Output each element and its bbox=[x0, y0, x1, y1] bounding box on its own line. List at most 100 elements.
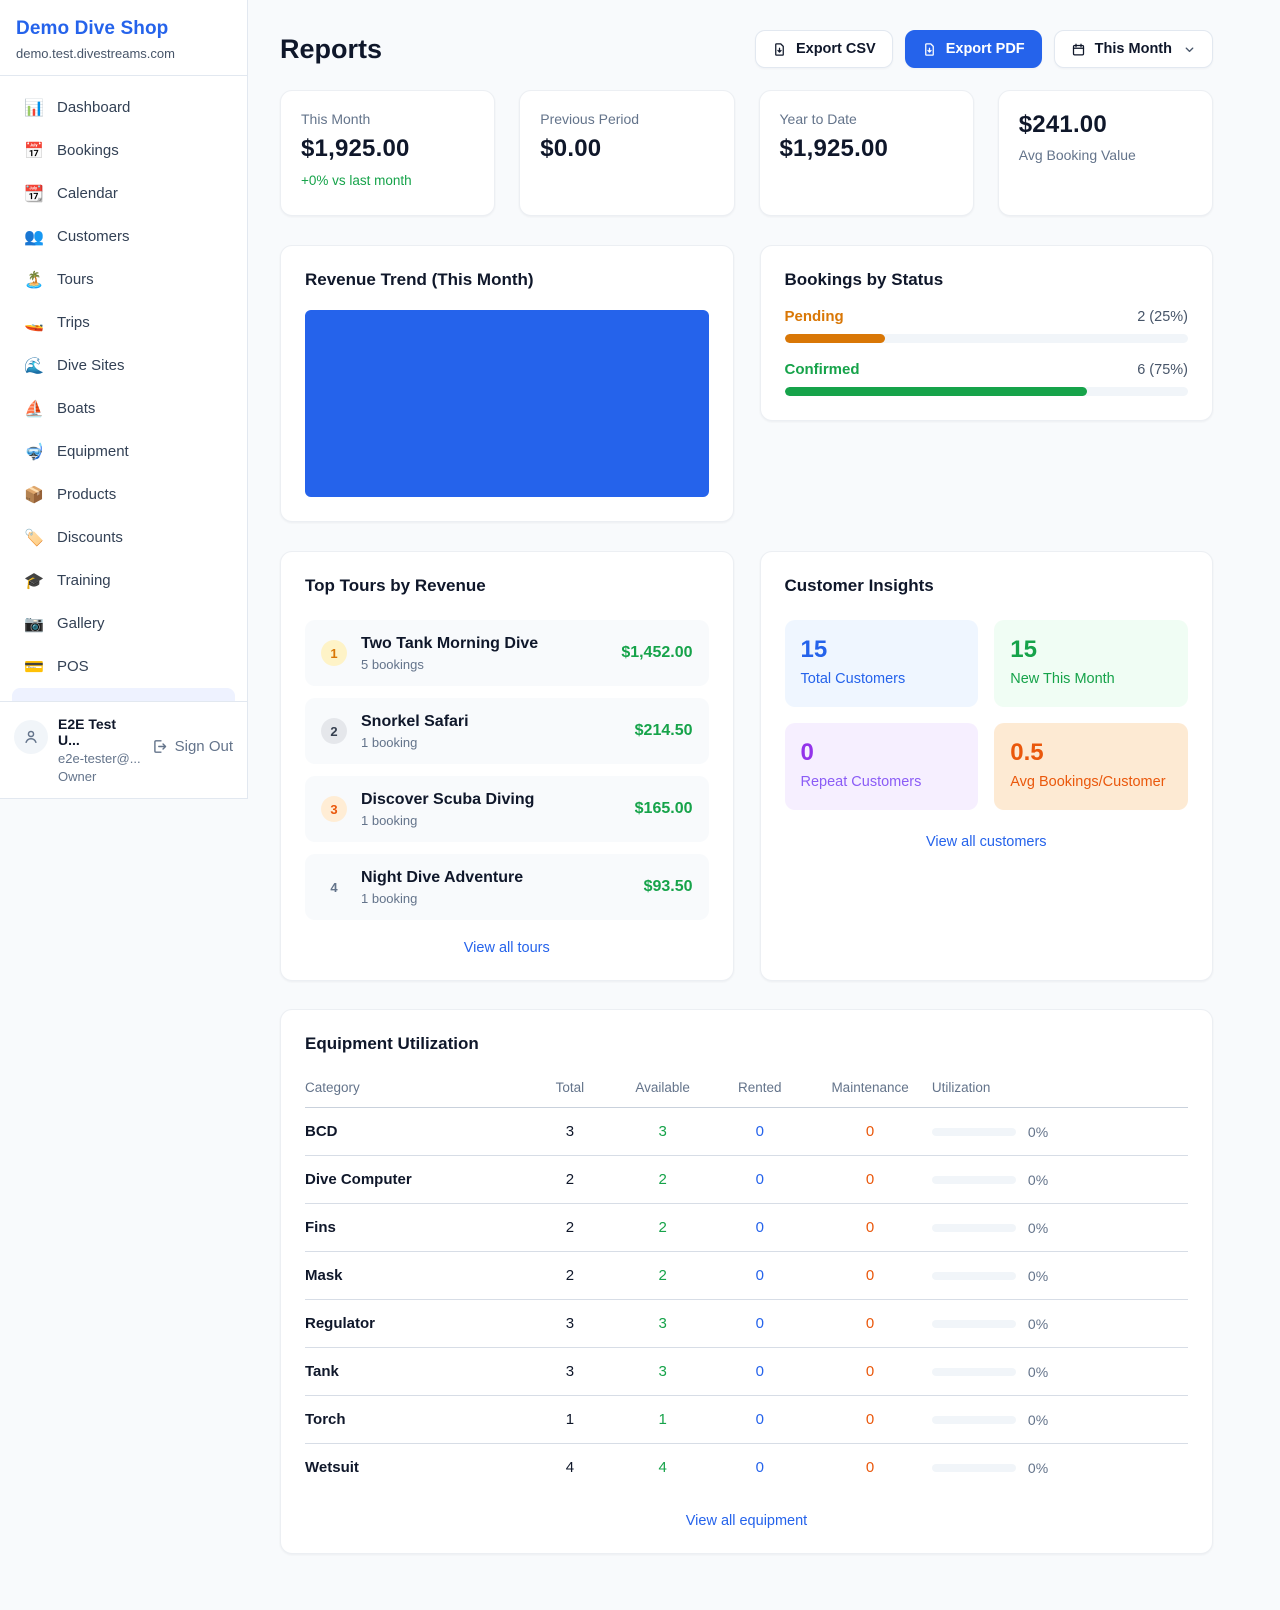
stat-value: $1,925.00 bbox=[780, 135, 953, 163]
utilization-percent: 0% bbox=[1028, 1460, 1048, 1476]
status-value: 2 (25%) bbox=[1137, 309, 1188, 325]
stat-value: $241.00 bbox=[1019, 111, 1192, 139]
equipment-category: Regulator bbox=[305, 1300, 526, 1348]
calendar-icon bbox=[1071, 42, 1086, 57]
insight-value: 15 bbox=[1010, 636, 1172, 664]
top-tours-card: Top Tours by Revenue 1 Two Tank Morning … bbox=[280, 551, 734, 981]
chevron-down-icon bbox=[1183, 43, 1196, 56]
equipment-total: 2 bbox=[526, 1252, 614, 1300]
equipment-total: 2 bbox=[526, 1156, 614, 1204]
export-pdf-button[interactable]: Export PDF bbox=[905, 30, 1042, 68]
equipment-available: 4 bbox=[614, 1444, 711, 1492]
equipment-maintenance: 0 bbox=[808, 1108, 932, 1156]
equipment-category: Mask bbox=[305, 1252, 526, 1300]
stat-label: Year to Date bbox=[780, 111, 953, 127]
insight-tile-new-this-month: 15 New This Month bbox=[994, 620, 1188, 707]
sidebar-item-dive-sites[interactable]: 🌊 Dive Sites bbox=[12, 344, 235, 387]
equipment-available: 3 bbox=[614, 1108, 711, 1156]
equipment-available: 2 bbox=[614, 1252, 711, 1300]
sidebar-item-trips[interactable]: 🚤 Trips bbox=[12, 301, 235, 344]
sign-out-button[interactable]: Sign Out bbox=[151, 738, 233, 755]
sidebar-item-boats[interactable]: ⛵ Boats bbox=[12, 387, 235, 430]
sidebar-item-dashboard[interactable]: 📊 Dashboard bbox=[12, 86, 235, 129]
table-row: Dive Computer 2 2 0 0 0% bbox=[305, 1156, 1188, 1204]
sidebar-item-pos[interactable]: 💳 POS bbox=[12, 645, 235, 688]
utilization-percent: 0% bbox=[1028, 1172, 1048, 1188]
equipment-maintenance: 0 bbox=[808, 1300, 932, 1348]
utilization-percent: 0% bbox=[1028, 1364, 1048, 1380]
tour-row: 1 Two Tank Morning Dive 5 bookings $1,45… bbox=[305, 620, 709, 686]
boats-icon: ⛵ bbox=[24, 399, 44, 419]
progress-fill-confirmed bbox=[785, 387, 1088, 396]
sidebar-item-label: Training bbox=[57, 572, 111, 589]
tour-bookings: 1 booking bbox=[361, 891, 630, 906]
progress-track bbox=[785, 334, 1189, 343]
view-all-equipment-link[interactable]: View all equipment bbox=[686, 1513, 807, 1529]
sidebar-nav: 📊 Dashboard 📅 Bookings 📆 Calendar 👥 Cust… bbox=[0, 76, 247, 688]
utilization-percent: 0% bbox=[1028, 1220, 1048, 1236]
equipment-category: Tank bbox=[305, 1348, 526, 1396]
utilization-percent: 0% bbox=[1028, 1124, 1048, 1140]
equipment-category: Dive Computer bbox=[305, 1156, 526, 1204]
sidebar-item-gallery[interactable]: 📷 Gallery bbox=[12, 602, 235, 645]
insight-label: Avg Bookings/Customer bbox=[1010, 774, 1172, 790]
status-label: Confirmed bbox=[785, 361, 860, 378]
tour-name: Two Tank Morning Dive bbox=[361, 635, 607, 653]
column-header: Rented bbox=[711, 1072, 808, 1108]
column-header: Maintenance bbox=[808, 1072, 932, 1108]
insight-tile-repeat-customers: 0 Repeat Customers bbox=[785, 723, 979, 810]
sidebar-active-item-partial[interactable] bbox=[12, 688, 235, 701]
insight-value: 0 bbox=[801, 739, 963, 767]
sidebar-item-tours[interactable]: 🏝️ Tours bbox=[12, 258, 235, 301]
tour-bookings: 1 booking bbox=[361, 813, 621, 828]
file-download-icon bbox=[772, 42, 787, 57]
sidebar-item-label: Products bbox=[57, 486, 116, 503]
equipment-available: 3 bbox=[614, 1348, 711, 1396]
equipment-rented: 0 bbox=[711, 1300, 808, 1348]
tour-bookings: 5 bookings bbox=[361, 657, 607, 672]
stat-card-previous-period: Previous Period $0.00 bbox=[519, 90, 734, 216]
sidebar-item-bookings[interactable]: 📅 Bookings bbox=[12, 129, 235, 172]
user-name: E2E Test U... bbox=[58, 716, 141, 748]
stat-card-year-to-date: Year to Date $1,925.00 bbox=[759, 90, 974, 216]
sidebar-item-calendar[interactable]: 📆 Calendar bbox=[12, 172, 235, 215]
sidebar-item-customers[interactable]: 👥 Customers bbox=[12, 215, 235, 258]
equipment-rented: 0 bbox=[711, 1444, 808, 1492]
sidebar-item-products[interactable]: 📦 Products bbox=[12, 473, 235, 516]
trips-icon: 🚤 bbox=[24, 313, 44, 333]
sidebar-item-discounts[interactable]: 🏷️ Discounts bbox=[12, 516, 235, 559]
equipment-total: 2 bbox=[526, 1204, 614, 1252]
sidebar-item-label: Dive Sites bbox=[57, 357, 125, 374]
main-content: Reports Export CSV Export PDF This Month bbox=[248, 0, 1280, 1587]
progress-fill-pending bbox=[785, 334, 886, 343]
products-icon: 📦 bbox=[24, 485, 44, 505]
view-all-tours-link[interactable]: View all tours bbox=[464, 940, 550, 956]
user-role: Owner bbox=[58, 769, 141, 784]
dive-sites-icon: 🌊 bbox=[24, 356, 44, 376]
tour-revenue: $1,452.00 bbox=[621, 644, 692, 662]
equipment-utilization-card: Equipment Utilization Category Total Ava… bbox=[280, 1009, 1213, 1554]
tour-row: 3 Discover Scuba Diving 1 booking $165.0… bbox=[305, 776, 709, 842]
period-select[interactable]: This Month bbox=[1054, 30, 1213, 68]
equipment-available: 1 bbox=[614, 1396, 711, 1444]
sidebar-item-training[interactable]: 🎓 Training bbox=[12, 559, 235, 602]
utilization-percent: 0% bbox=[1028, 1268, 1048, 1284]
sidebar-item-equipment[interactable]: 🤿 Equipment bbox=[12, 430, 235, 473]
table-row: Tank 3 3 0 0 0% bbox=[305, 1348, 1188, 1396]
equipment-rented: 0 bbox=[711, 1348, 808, 1396]
table-row: Torch 1 1 0 0 0% bbox=[305, 1396, 1188, 1444]
tour-name: Snorkel Safari bbox=[361, 713, 621, 731]
export-csv-button[interactable]: Export CSV bbox=[755, 30, 893, 68]
insight-label: New This Month bbox=[1010, 671, 1172, 687]
utilization-percent: 0% bbox=[1028, 1412, 1048, 1428]
sidebar-item-label: Boats bbox=[57, 400, 95, 417]
tour-row: 4 Night Dive Adventure 1 booking $93.50 bbox=[305, 854, 709, 920]
tour-name: Night Dive Adventure bbox=[361, 869, 630, 887]
view-all-customers-link[interactable]: View all customers bbox=[926, 834, 1047, 850]
equipment-maintenance: 0 bbox=[808, 1396, 932, 1444]
insight-label: Total Customers bbox=[801, 671, 963, 687]
period-label: This Month bbox=[1095, 41, 1172, 57]
avatar bbox=[14, 720, 48, 754]
user-email: e2e-tester@... bbox=[58, 751, 141, 766]
rank-badge: 3 bbox=[321, 796, 347, 822]
